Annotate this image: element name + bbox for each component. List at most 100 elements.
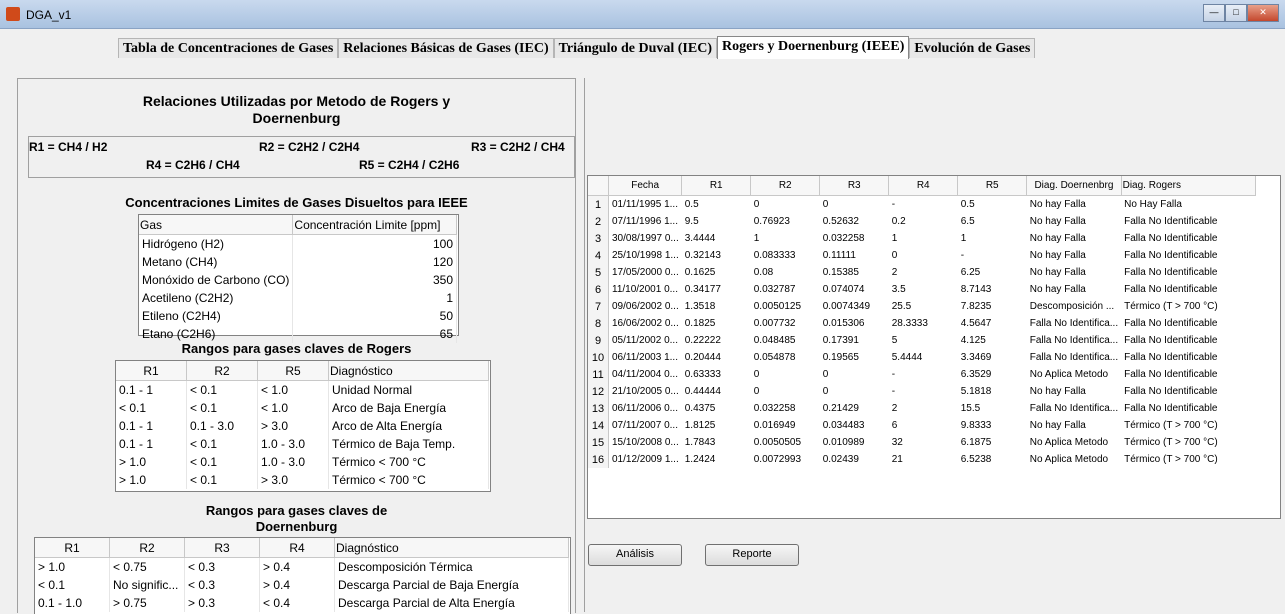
col-gas[interactable]: Gas [139, 215, 294, 235]
cell[interactable]: Falla No Identificable [1121, 400, 1255, 417]
col-r1[interactable]: R1 [35, 538, 110, 558]
cell[interactable]: 6.1875 [958, 434, 1027, 451]
cell[interactable]: Térmico < 700 °C [328, 471, 489, 489]
cell[interactable]: 0.5 [682, 196, 751, 214]
cell[interactable]: 120 [292, 253, 457, 271]
cell[interactable]: 6 [889, 417, 958, 434]
table-row[interactable]: 2 07/11/1996 1... 9.5 0.76923 0.52632 0.2 6.5 N… [588, 213, 1256, 230]
cell[interactable]: 0.1 - 1.0 [35, 594, 110, 612]
cell[interactable]: Unidad Normal [328, 380, 489, 399]
cell[interactable]: 0.0050505 [751, 434, 820, 451]
cell[interactable]: 06/11/2006 0... [609, 400, 682, 417]
cell[interactable]: 0.02439 [820, 451, 889, 468]
tab-duval[interactable]: Triángulo de Duval (IEC) [553, 38, 717, 58]
cell[interactable]: 0.0074349 [820, 298, 889, 315]
cell[interactable]: > 0.4 [259, 576, 335, 594]
col-r5[interactable]: R5 [957, 176, 1028, 196]
cell[interactable]: 0.074074 [820, 281, 889, 298]
cell[interactable]: 0.1 - 1 [116, 417, 187, 435]
cell[interactable]: 30/08/1997 0... [609, 230, 682, 247]
cell[interactable]: Térmico < 700 °C [328, 453, 489, 471]
cell[interactable]: 07/11/2007 0... [609, 417, 682, 434]
cell[interactable]: Falla No Identificable [1121, 349, 1255, 366]
cell[interactable]: 0.19565 [820, 349, 889, 366]
cell[interactable]: Descarga Parcial de Baja Energía [334, 576, 569, 594]
col-r2[interactable]: R2 [109, 538, 185, 558]
cell[interactable]: No hay Falla [1027, 281, 1121, 298]
cell[interactable]: < 0.1 [35, 576, 110, 594]
cell[interactable]: 21 [889, 451, 958, 468]
reporte-button[interactable]: Reporte [705, 544, 799, 566]
col-diag-doernenburg[interactable]: Diag. Doernenbrg [1026, 176, 1122, 196]
cell[interactable]: 0.015306 [820, 315, 889, 332]
cell[interactable]: No signific... [109, 576, 185, 594]
cell[interactable]: > 0.3 [184, 594, 260, 612]
cell[interactable]: < 1.0 [257, 399, 329, 417]
cell[interactable]: > 1.0 [35, 557, 110, 576]
cell[interactable]: < 0.1 [186, 471, 258, 489]
minimize-button[interactable]: — [1203, 4, 1225, 22]
cell[interactable]: 9.8333 [958, 417, 1027, 434]
cell[interactable]: 05/11/2002 0... [609, 332, 682, 349]
cell[interactable]: 0.5 [958, 196, 1027, 214]
cell[interactable]: < 0.1 [186, 453, 258, 471]
cell[interactable]: 0.1 - 1 [116, 435, 187, 453]
cell[interactable]: 0.2 [889, 213, 958, 230]
col-r3[interactable]: R3 [184, 538, 260, 558]
cell[interactable]: 8.7143 [958, 281, 1027, 298]
cell[interactable]: Arco de Alta Energía [328, 417, 489, 435]
cell[interactable]: < 0.75 [109, 557, 185, 576]
cell[interactable]: 0.15385 [820, 264, 889, 281]
cell[interactable]: Térmico (T > 700 °C) [1121, 298, 1255, 315]
cell[interactable]: 5.4444 [889, 349, 958, 366]
cell[interactable]: 01/12/2009 1... [609, 451, 682, 468]
cell[interactable]: 17/05/2000 0... [609, 264, 682, 281]
cell[interactable]: 32 [889, 434, 958, 451]
col-fecha[interactable]: Fecha [608, 176, 683, 196]
col-diagnostico[interactable]: Diagnóstico [334, 538, 569, 558]
table-row[interactable]: 13 06/11/2006 0... 0.4375 0.032258 0.21429 2 1… [588, 400, 1256, 417]
cell[interactable]: No hay Falla [1027, 230, 1121, 247]
tab-concentraciones[interactable]: Tabla de Concentraciones de Gases [118, 38, 339, 58]
cell[interactable]: 0.032258 [751, 400, 820, 417]
cell[interactable]: 0.20444 [682, 349, 751, 366]
col-r5[interactable]: R5 [257, 361, 329, 381]
cell[interactable]: Monóxido de Carbono (CO) [139, 271, 294, 289]
cell[interactable]: > 3.0 [257, 471, 329, 489]
cell[interactable]: - [889, 383, 958, 400]
cell[interactable]: Falla No Identifica... [1027, 349, 1121, 366]
cell[interactable]: 1 [751, 230, 820, 247]
cell[interactable]: Térmico (T > 700 °C) [1121, 451, 1255, 468]
cell[interactable]: 0 [820, 383, 889, 400]
cell[interactable]: 0 [751, 196, 820, 214]
cell[interactable]: 0.048485 [751, 332, 820, 349]
cell[interactable]: < 0.4 [259, 594, 335, 612]
col-r2[interactable]: R2 [750, 176, 821, 196]
cell[interactable]: 0.34177 [682, 281, 751, 298]
cell[interactable]: 9.5 [682, 213, 751, 230]
cell[interactable]: 01/11/1995 1... [609, 196, 682, 214]
cell[interactable]: 0.63333 [682, 366, 751, 383]
table-row[interactable]: 9 05/11/2002 0... 0.22222 0.048485 0.17391 5 4… [588, 332, 1256, 349]
cell[interactable]: 15/10/2008 0... [609, 434, 682, 451]
cell[interactable]: No Aplica Metodo [1027, 366, 1121, 383]
table-row[interactable]: Hidrógeno (H2) 100 [139, 234, 457, 253]
cell[interactable]: 0.1 - 1 [116, 380, 187, 399]
cell[interactable]: Falla No Identifica... [1027, 400, 1121, 417]
cell[interactable]: 16/06/2002 0... [609, 315, 682, 332]
cell[interactable]: < 0.3 [184, 557, 260, 576]
cell[interactable]: 6.5 [958, 213, 1027, 230]
cell[interactable]: Falla No Identificable [1121, 315, 1255, 332]
col-r4[interactable]: R4 [888, 176, 959, 196]
cell[interactable]: 0.016949 [751, 417, 820, 434]
cell[interactable]: 0.1625 [682, 264, 751, 281]
cell[interactable]: Metano (CH4) [139, 253, 294, 271]
cell[interactable]: 1.8125 [682, 417, 751, 434]
cell[interactable]: 0.17391 [820, 332, 889, 349]
cell[interactable]: No hay Falla [1027, 264, 1121, 281]
cell[interactable]: 25/10/1998 1... [609, 247, 682, 264]
cell[interactable]: 0.054878 [751, 349, 820, 366]
cell[interactable]: 21/10/2005 0... [609, 383, 682, 400]
tab-evolucion[interactable]: Evolución de Gases [909, 38, 1036, 58]
cell[interactable]: 2 [889, 400, 958, 417]
